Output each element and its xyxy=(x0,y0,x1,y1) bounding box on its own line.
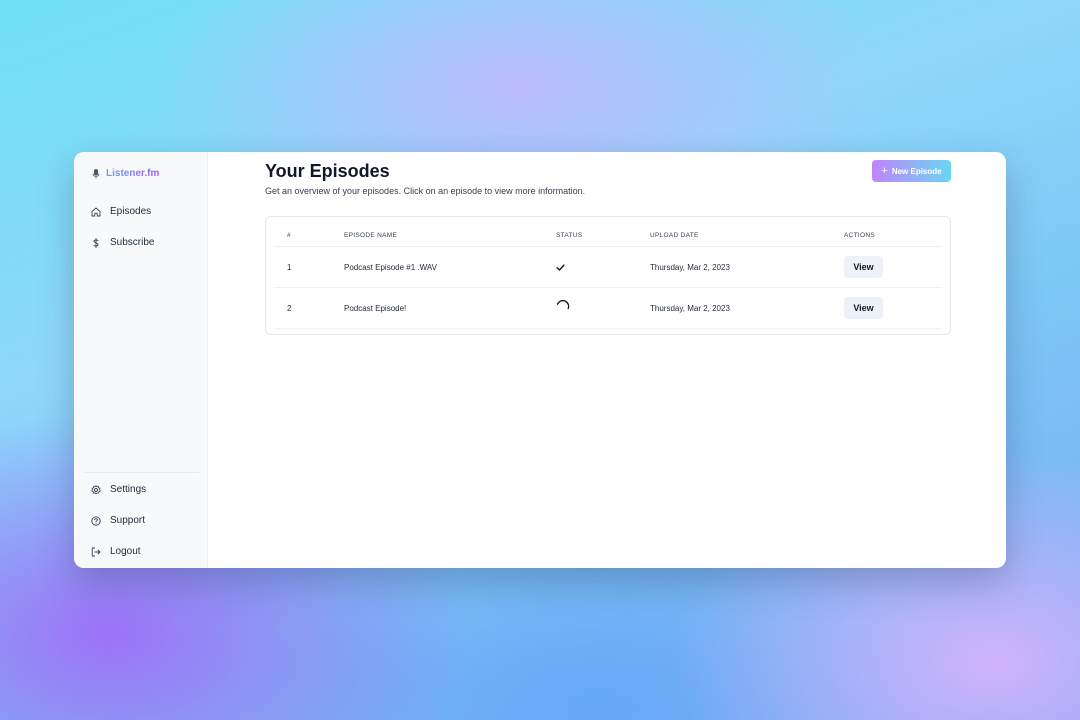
table-row[interactable]: 1 Podcast Episode #1 .WAV Thursday, Mar … xyxy=(274,247,942,288)
microphone-icon xyxy=(92,168,100,178)
logout-icon xyxy=(91,547,101,556)
page-subtitle: Get an overview of your episodes. Click … xyxy=(265,186,586,196)
upload-date: Thursday, Mar 2, 2023 xyxy=(650,262,730,272)
sidebar-item-label: Subscribe xyxy=(110,237,155,248)
column-header-name: EPISODE NAME xyxy=(344,232,398,239)
dollar-icon xyxy=(93,237,99,248)
view-button[interactable]: View xyxy=(844,256,883,278)
sidebar-item-label: Support xyxy=(110,515,146,526)
sidebar-divider xyxy=(84,472,199,473)
spinner-icon xyxy=(556,300,570,314)
table-row[interactable]: 2 Podcast Episode! Thursday, Mar 2, 2023… xyxy=(274,288,942,329)
sidebar-item-subscribe[interactable]: Subscribe xyxy=(91,237,154,248)
actions-cell: View xyxy=(844,297,883,319)
column-header-date: UPLOAD DATE xyxy=(650,232,699,239)
app-window: Listener.fm Episodes Subscribe Settings xyxy=(74,152,1006,568)
main-content: Your Episodes Get an overview of your ep… xyxy=(208,152,1006,568)
plus-icon: + xyxy=(881,164,888,177)
upload-date: Thursday, Mar 2, 2023 xyxy=(650,303,730,313)
new-episode-button[interactable]: + New Episode xyxy=(872,160,951,182)
sidebar-item-episodes[interactable]: Episodes xyxy=(91,206,151,217)
episode-number: 2 xyxy=(287,303,292,313)
table-header: # EPISODE NAME STATUS UPLOAD DATE ACTION… xyxy=(274,225,942,247)
sidebar-item-settings[interactable]: Settings xyxy=(91,484,146,495)
episode-name: Podcast Episode! xyxy=(344,303,407,313)
sidebar-item-support[interactable]: Support xyxy=(91,515,145,526)
help-circle-icon xyxy=(91,515,101,526)
actions-cell: View xyxy=(844,256,883,278)
gear-icon xyxy=(91,484,101,494)
episode-number: 1 xyxy=(287,262,292,272)
brand[interactable]: Listener.fm xyxy=(92,168,159,179)
home-icon xyxy=(91,207,101,216)
new-episode-label: New Episode xyxy=(891,166,942,176)
column-header-number: # xyxy=(287,232,291,239)
episodes-table: # EPISODE NAME STATUS UPLOAD DATE ACTION… xyxy=(265,216,951,335)
sidebar: Listener.fm Episodes Subscribe Settings xyxy=(74,152,208,568)
brand-name: Listener.fm xyxy=(106,168,160,179)
check-icon xyxy=(556,263,565,272)
view-button[interactable]: View xyxy=(844,297,883,319)
page-title: Your Episodes xyxy=(265,161,390,181)
sidebar-item-label: Settings xyxy=(110,484,147,495)
sidebar-item-label: Logout xyxy=(110,546,141,557)
episode-name: Podcast Episode #1 .WAV xyxy=(344,262,437,272)
column-header-actions: ACTIONS xyxy=(844,232,875,239)
sidebar-item-logout[interactable]: Logout xyxy=(91,546,141,557)
sidebar-item-label: Episodes xyxy=(110,206,152,217)
column-header-status: STATUS xyxy=(556,232,583,239)
